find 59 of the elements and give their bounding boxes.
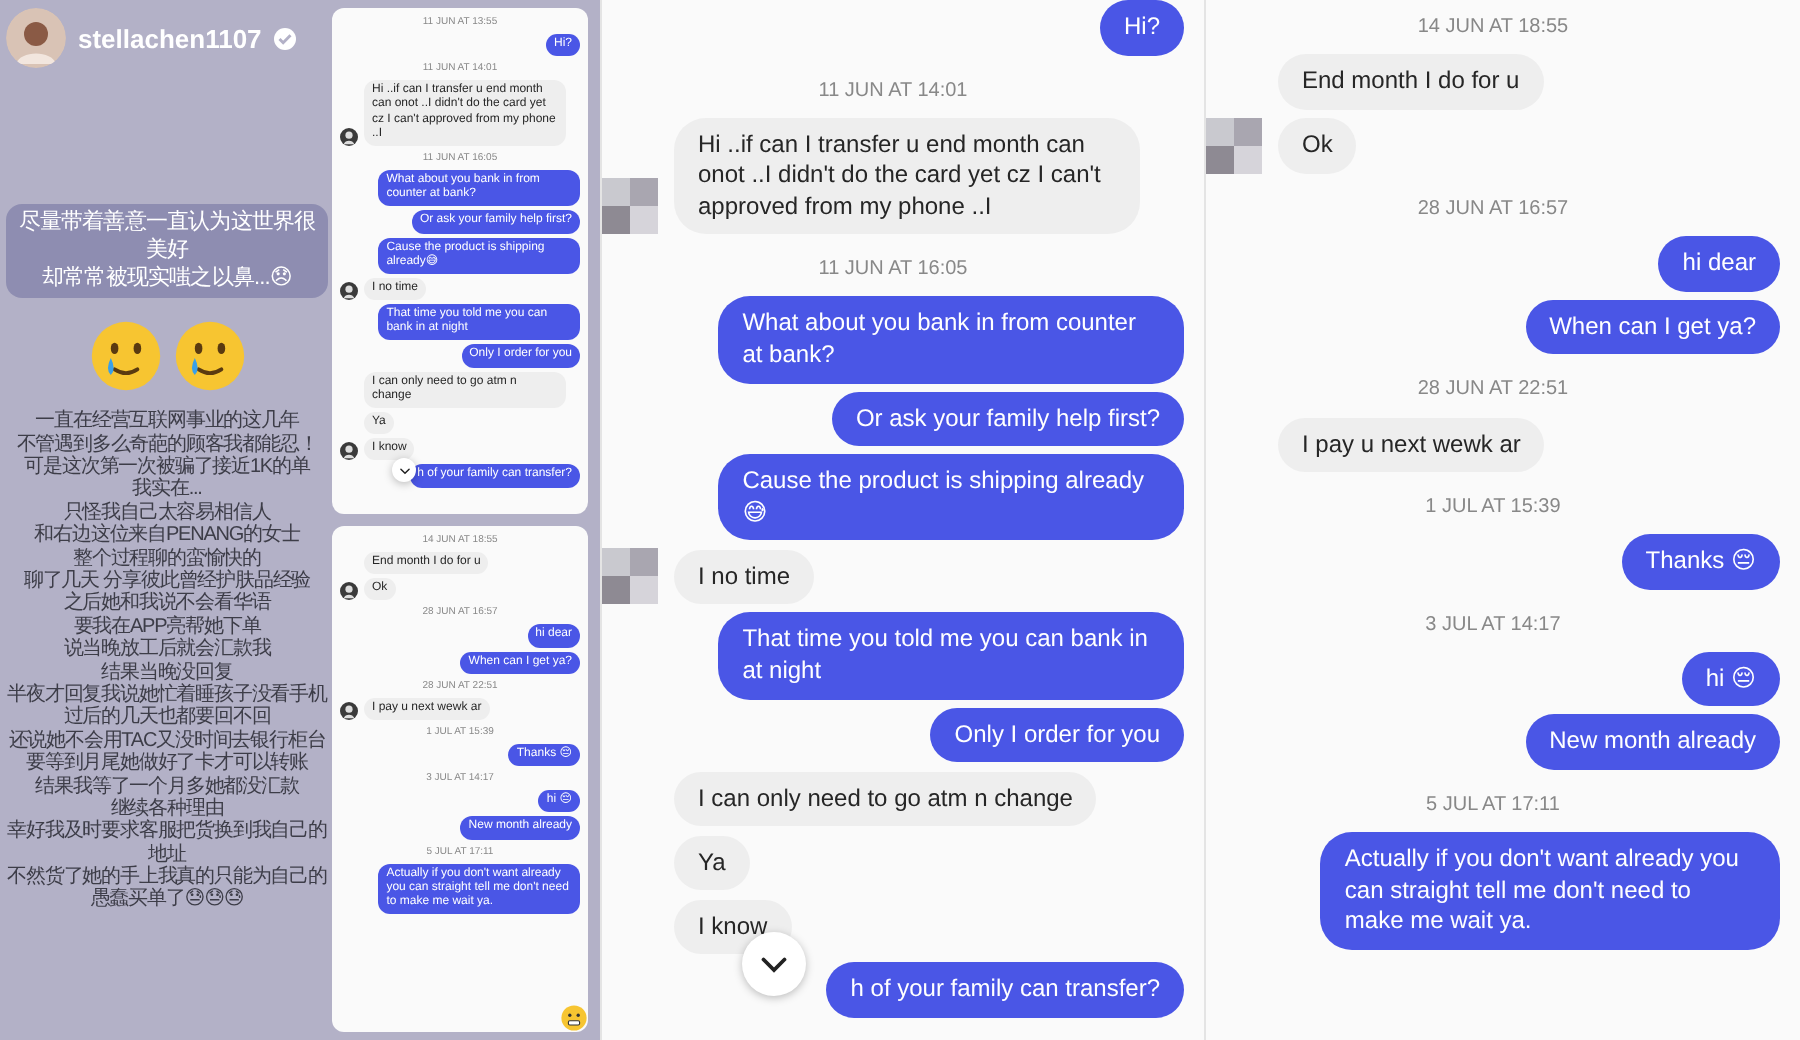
- smiling-face-with-tear-icon: [171, 318, 247, 395]
- timestamp: 11 JUN AT 16:05: [818, 258, 968, 281]
- received-message: Ok: [1278, 118, 1357, 174]
- received-message: I pay u next wewk ar: [1278, 417, 1545, 473]
- timestamp: 5 JUL AT 17:11: [1426, 793, 1560, 816]
- chevron-down-icon: [397, 463, 411, 477]
- scroll-down-button[interactable]: [742, 932, 806, 996]
- timestamp: 28 JUN AT 16:57: [1417, 198, 1569, 220]
- story-text-line: 只怪我自己太容易相信人: [63, 501, 271, 524]
- sent-message: Cause the product is shipping already😅: [718, 454, 1184, 541]
- story-text-line: 不然货了她的手上我真的只能为自己的: [7, 866, 327, 889]
- received-message: Hi ..if can I transfer u end month can onot ..I didn't do the card yet cz I can't approved from my phone ..I: [674, 117, 1140, 235]
- story-text-line: 和右边这位来自PENANG的女士: [34, 524, 300, 547]
- sent-message: Only I order for you: [930, 707, 1184, 763]
- story-text-line: 我实在...: [132, 478, 202, 501]
- sent-message: hi 😔: [1681, 651, 1780, 707]
- sent-message: hi dear: [1658, 236, 1780, 292]
- received-message: I can only need to go atm n change: [674, 771, 1097, 827]
- story-text-line: 聊了几天 分享彼此曾经护肤品经验: [23, 569, 311, 592]
- story-text-line: 整个过程聊的蛮愉快的: [72, 547, 261, 570]
- story-text-line: 之后她和我说不会看华语: [63, 592, 271, 615]
- sent-message: Thanks 😔: [1621, 534, 1780, 590]
- story-text-line: 还说她不会用TAC又没时间去银行柜台: [8, 729, 326, 752]
- sent-message: New month already: [1525, 714, 1780, 770]
- received-message: Ya: [674, 835, 750, 891]
- caption-text: 却常常被现实嗤之以鼻...😞: [41, 265, 293, 293]
- sent-message: Or ask your family help first?: [831, 391, 1184, 447]
- story-text-line: 继续各种理由: [110, 797, 224, 820]
- caption-text: 尽量带着善意一直认为这世界很美好: [16, 210, 318, 265]
- timestamp: 14 JUN AT 18:55: [1417, 16, 1569, 38]
- story-text-line: 幸好我及时要求客服把货换到我自己的: [7, 820, 327, 843]
- timestamp: 28 JUN AT 22:51: [1417, 378, 1569, 401]
- story-text-line: 结果当晚没回复: [101, 661, 233, 684]
- received-message: End month I do for u: [1278, 54, 1544, 110]
- received-message: I no time: [674, 549, 815, 605]
- story-text-line: 可是这次第一次被骗了接近1K的单: [24, 456, 310, 479]
- sent-message: Hi?: [1099, 0, 1184, 56]
- sent-message: When can I get ya?: [1525, 299, 1780, 355]
- sent-message: That time you told me you can bank in at night: [718, 612, 1184, 700]
- timestamp: 11 JUN AT 14:01: [818, 79, 968, 102]
- sent-message: h of your family can transfer?: [826, 962, 1184, 1018]
- timestamp: 3 JUL AT 14:17: [1425, 613, 1561, 636]
- timestamp: 1 JUL AT 15:39: [1425, 496, 1561, 519]
- story-text-line: 地址: [148, 843, 186, 866]
- story-text-line: 不管遇到多么奇葩的顾客我都能忍！: [16, 433, 318, 456]
- story-text-line: 一直在经营互联网事业的这几年: [35, 410, 299, 433]
- story-text-line: 过后的几天也都要回不回: [63, 706, 271, 729]
- story-text-line: 愚蠢买单了😓😓😓: [90, 888, 244, 912]
- sent-message: Actually if you don't want already you can straight tell me don't need to make me wait ya.: [1320, 831, 1780, 950]
- story-text-line: 结果我等了一个月多她都没汇款: [35, 775, 299, 797]
- scroll-down-button[interactable]: [392, 458, 416, 482]
- story-text-line: 半夜才回复我说她忙着睡孩子没看手机: [7, 683, 327, 706]
- smiling-face-with-tear-icon: [87, 318, 163, 395]
- story-text-line: 说当晚放工后就会汇款我: [63, 638, 271, 661]
- profile-avatar[interactable]: [6, 8, 66, 68]
- story-text-line: 要我在APP亮帮她下单: [73, 615, 261, 638]
- sent-message: What about you bank in from counter at bank?: [718, 296, 1184, 384]
- story-text-line: 要等到月尾她做好了卡才可以转账: [25, 752, 308, 775]
- username[interactable]: stellachen1107: [78, 23, 262, 53]
